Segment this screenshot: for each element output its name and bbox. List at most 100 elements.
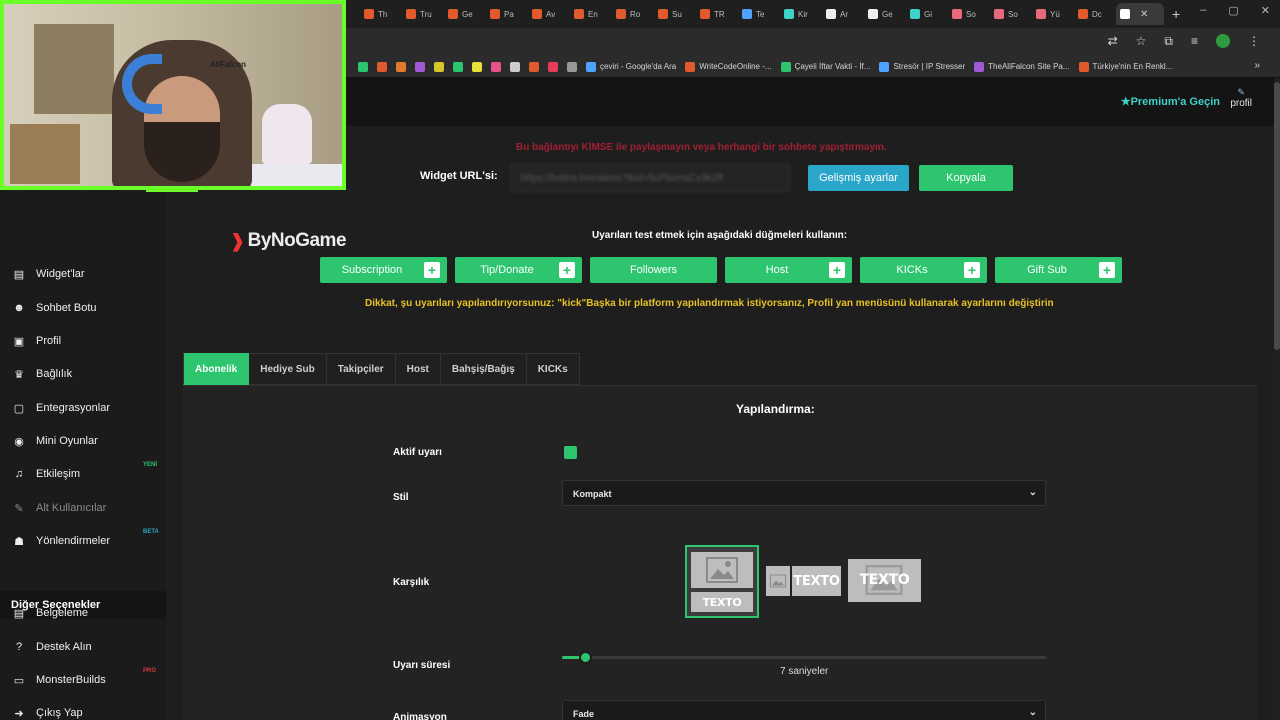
sidebar-item[interactable]: ◉ Mini Oyunlar [12,435,98,448]
alert-type-tab[interactable]: KICKs [526,353,580,385]
widget-url-field[interactable]: https://bottra.live/alerts?tkid=5cPbcHaC… [510,164,790,192]
browser-tab[interactable]: Yü [1032,3,1074,25]
tab-favicon-icon [952,9,962,19]
sidebar-item[interactable]: ☗ Yönlendirmeler [12,535,110,548]
star-icon[interactable]: ☆ [1136,34,1147,49]
browser-tab[interactable]: Av [528,3,570,25]
active-alert-checkbox[interactable] [564,446,577,459]
sidebar-item[interactable]: ▤ Widget'lar [12,268,85,281]
style-select[interactable]: Kompakt ⌄ [562,480,1046,506]
sidebar-item[interactable]: ♛ Bağlılık [12,368,72,381]
sidebar-item[interactable]: ▭ MonsterBuilds [12,674,106,687]
sidebar-item[interactable]: ➜ Çıkış Yap [12,707,82,720]
sidebar-item-label: Etkileşim [36,468,81,480]
sidebar-item-icon: ☻ [13,302,25,314]
widget-url-label: Widget URL'si: [420,170,498,182]
browser-tab[interactable]: Ge [444,3,486,25]
browser-tab[interactable]: Ro [612,3,654,25]
alert-type-tab[interactable]: Takipçiler [326,353,396,385]
translate-icon[interactable]: ⇄ [1108,34,1118,49]
new-tab-button[interactable]: + [1172,6,1180,22]
bookmark-item[interactable] [396,61,406,72]
bookmark-item[interactable] [510,61,520,72]
bookmark-item[interactable]: Stresör | IP Stresser [879,61,965,72]
test-alert-button[interactable]: KICKs + [860,257,987,283]
advanced-settings-button[interactable]: Gelişmiş ayarlar [808,165,909,191]
browser-tab[interactable]: TR [696,3,738,25]
browser-tab[interactable]: Te [738,3,780,25]
layout-option-overlay[interactable]: TEXTO [848,559,921,602]
test-alert-button-label: Subscription [341,264,403,276]
bookmark-item[interactable] [548,61,558,72]
bookmark-favicon-icon [396,61,406,72]
close-window-button[interactable]: ✕ [1261,4,1270,17]
browser-tab[interactable]: En [570,3,612,25]
bookmark-item[interactable]: Çayeli İftar Vakti - İf... [780,61,870,72]
tab-close-icon[interactable]: ✕ [1140,9,1148,20]
copy-button[interactable]: Kopyala [919,165,1013,191]
layout-option-side[interactable]: TEXTO [766,563,841,599]
test-alert-button[interactable]: Gift Sub + [995,257,1122,283]
bookmarks-more-button[interactable]: » [1254,60,1260,71]
bookmark-item[interactable]: WriteCodeOnline -... [685,61,772,72]
test-alert-button[interactable]: Host + [725,257,852,283]
browser-tab[interactable]: Gi [906,3,948,25]
tab-label: Dc [1092,9,1102,19]
browser-tab[interactable]: Kir [780,3,822,25]
browser-tab[interactable]: Tru [402,3,444,25]
tab-label: Su [672,9,682,19]
menu-dots-icon[interactable]: ⋮ [1248,34,1260,49]
browser-tab[interactable]: So [990,3,1032,25]
sidebar-item[interactable]: ▤ Belgeleme [12,607,88,620]
bookmark-item[interactable]: Türkiye'nin En Renkl... [1078,61,1172,72]
test-alert-button[interactable]: Subscription + [320,257,447,283]
bookmark-item[interactable] [358,61,368,72]
test-alert-button[interactable]: Tip/Donate + [455,257,582,283]
bookmark-item[interactable] [434,61,444,72]
browser-tab[interactable]: Ge [864,3,906,25]
bookmark-item[interactable]: çeviri - Google'da Ara [586,61,677,72]
bookmark-item[interactable] [567,61,577,72]
browser-tab[interactable]: Ar [822,3,864,25]
main-content: Bu bağlantıyı KİMSE ile paylaşmayın veya… [166,126,1274,720]
alert-type-tab[interactable]: Bahşiş/Bağış [440,353,527,385]
profile-link[interactable]: ✎ profil [1230,87,1252,109]
bookmark-label: çeviri - Google'da Ara [600,62,677,71]
sidebar-item[interactable]: ? Destek Alın [12,641,92,653]
browser-tab[interactable]: Pa [486,3,528,25]
page-scrollbar[interactable] [1274,78,1280,720]
alert-type-tab[interactable]: Host [395,353,441,385]
bookmark-item[interactable] [472,61,482,72]
sidebar-item[interactable]: ▣ Profil [12,335,61,348]
bookmark-item[interactable] [415,61,425,72]
alert-type-tab[interactable]: Hediye Sub [249,353,327,385]
test-alert-button[interactable]: Followers [590,257,717,283]
bookmark-item[interactable] [491,61,501,72]
profile-avatar-icon[interactable] [1216,34,1230,48]
alert-type-tab[interactable]: Abonelik [183,353,250,385]
sidebar-item[interactable]: ▢ Entegrasyonlar [12,402,110,415]
minimize-button[interactable]: – [1200,4,1206,17]
active-alert-label: Aktif uyarı [393,447,442,458]
animation-select[interactable]: Fade ⌄ [562,700,1046,720]
browser-tab[interactable]: ✕ [1116,3,1164,25]
bookmark-item[interactable]: TheAliFalcon Site Pa... [974,61,1070,72]
sidebar-item[interactable]: ☻ Sohbet Botu [12,302,96,314]
bookmark-item[interactable] [529,61,539,72]
media-icon[interactable]: ≡ [1191,34,1198,49]
premium-link[interactable]: ★Premium'a Geçin [1121,95,1220,108]
browser-tab[interactable]: Su [654,3,696,25]
sidebar-item[interactable]: ✎ Alt Kullanıcılar [12,502,106,515]
bookmark-item[interactable] [377,61,387,72]
extensions-icon[interactable]: ⧉ [1164,34,1173,49]
page-scrollbar-thumb[interactable] [1274,82,1280,350]
browser-tab[interactable]: Th [360,3,402,25]
layout-option-stacked[interactable]: TEXTO [685,545,759,618]
duration-slider[interactable] [562,651,1046,664]
bookmark-item[interactable] [453,61,463,72]
browser-tab[interactable]: Dc [1074,3,1116,25]
browser-tab[interactable]: So [948,3,990,25]
style-select-value: Kompakt [573,489,612,499]
sidebar-item[interactable]: ♫ Etkileşim [12,468,80,480]
maximize-button[interactable]: ▢ [1228,4,1238,17]
